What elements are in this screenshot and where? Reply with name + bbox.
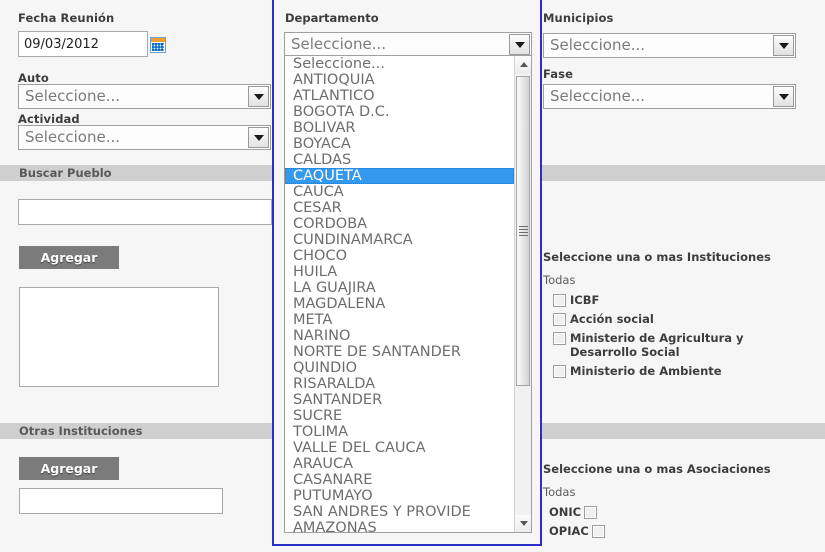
option-item[interactable]: ATLANTICO [285,88,514,104]
scroll-down-arrow-icon[interactable] [515,515,531,532]
option-item[interactable]: MAGDALENA [285,296,514,312]
option-item[interactable]: CESAR [285,200,514,216]
checkbox-accion-social[interactable] [553,313,566,326]
option-item[interactable]: META [285,312,514,328]
scrollbar-thumb[interactable] [516,76,530,386]
chevron-down-icon[interactable] [248,127,269,148]
fecha-reunion-input[interactable] [18,31,148,57]
checkbox-label-icbf: ICBF [570,293,600,307]
actividad-label: Actividad [18,112,80,126]
option-item[interactable]: SUCRE [285,408,514,424]
actividad-select-value: Seleccione... [25,128,121,146]
checkbox-ministerio-agricultura[interactable] [553,332,566,345]
option-item[interactable]: CHOCO [285,248,514,264]
option-item[interactable]: LA GUAJIRA [285,280,514,296]
option-item[interactable]: BOYACA [285,136,514,152]
option-item[interactable]: VALLE DEL CAUCA [285,440,514,456]
asociaciones-todas-label: Todas [543,485,576,499]
fase-select-value: Seleccione... [550,87,646,105]
departamento-option-list[interactable]: Seleccione... ANTIOQUIA ATLANTICO BOGOTA D.… [284,55,532,533]
option-item[interactable]: SANTANDER [285,392,514,408]
pueblos-seleccionados-list[interactable] [19,287,219,387]
option-item[interactable]: CAUCA [285,184,514,200]
checkbox-label-ministerio-ambiente: Ministerio de Ambiente [570,364,722,378]
departamento-panel: Departamento Seleccione... Seleccione...… [272,0,542,546]
checkbox-label-accion-social: Acción social [570,312,654,326]
auto-select[interactable]: Seleccione... [18,84,271,109]
option-item[interactable]: ARAUCA [285,456,514,472]
chevron-down-icon[interactable] [509,34,530,55]
checkbox-opiac[interactable] [591,525,605,538]
checkbox-row-onic[interactable]: ONIC [549,505,813,519]
option-item[interactable]: AMAZONAS [285,520,514,532]
option-item[interactable]: RISARALDA [285,376,514,392]
option-item[interactable]: NARINO [285,328,514,344]
departamento-scrollbar[interactable] [514,56,531,532]
form-page: Buscar Pueblo Otras Instituciones Fecha … [0,0,825,552]
departamento-label: Departamento [285,11,379,25]
asociaciones-heading: Seleccione una o mas Asociaciones [543,462,771,476]
checkbox-label-ministerio-agricultura: Ministerio de Agricultura y Desarrollo S… [570,331,744,359]
fase-select[interactable]: Seleccione... [543,84,796,109]
asociaciones-group: Seleccione una o mas Asociaciones Todas … [543,462,813,543]
checkbox-ministerio-ambiente[interactable] [553,365,566,378]
option-item[interactable]: QUINDIO [285,360,514,376]
fecha-reunion-label: Fecha Reunión [18,11,115,25]
option-item[interactable]: CALDAS [285,152,514,168]
checkbox-row-ministerio-ambiente[interactable]: Ministerio de Ambiente [553,364,813,378]
otras-instituciones-input[interactable] [19,488,223,514]
option-item[interactable]: CORDOBA [285,216,514,232]
option-item[interactable]: BOGOTA D.C. [285,104,514,120]
municipios-select[interactable]: Seleccione... [543,33,796,58]
option-item[interactable]: Seleccione... [285,56,514,72]
departamento-select-value: Seleccione... [291,35,387,53]
departamento-select[interactable]: Seleccione... [284,32,532,57]
option-item[interactable]: CAQUETA [285,168,514,184]
option-item[interactable]: HUILA [285,264,514,280]
option-item[interactable]: CASANARE [285,472,514,488]
option-item[interactable]: CUNDINAMARCA [285,232,514,248]
chevron-down-icon[interactable] [773,35,794,56]
checkbox-row-ministerio-agricultura[interactable]: Ministerio de Agricultura y Desarrollo S… [543,331,813,359]
checkbox-row-accion-social[interactable]: Acción social [553,312,813,326]
checkbox-label-onic: ONIC [549,505,582,519]
instituciones-heading: Seleccione una o mas Instituciones [543,250,771,264]
option-item[interactable]: TOLIMA [285,424,514,440]
grip-icon [518,224,528,238]
checkbox-onic[interactable] [584,506,598,519]
section-bar-otras-instituciones-label: Otras Instituciones [19,424,143,438]
agregar-otras-instituciones-button[interactable]: Agregar [19,457,119,480]
auto-select-value: Seleccione... [25,87,121,105]
auto-label: Auto [18,71,49,85]
calendar-icon[interactable] [150,37,166,53]
instituciones-group: Seleccione una o mas Instituciones Todas… [543,250,813,383]
option-item[interactable]: SAN ANDRES Y PROVIDE [285,504,514,520]
section-bar-buscar-pueblo-label: Buscar Pueblo [19,166,112,180]
checkbox-row-opiac[interactable]: OPIAC [549,524,813,538]
instituciones-todas-label: Todas [543,273,576,287]
agregar-pueblo-button[interactable]: Agregar [19,246,119,269]
scroll-up-arrow-icon[interactable] [515,56,531,73]
option-item[interactable]: NORTE DE SANTANDER [285,344,514,360]
option-item[interactable]: ANTIOQUIA [285,72,514,88]
option-item[interactable]: PUTUMAYO [285,488,514,504]
checkbox-row-icbf[interactable]: ICBF [553,293,813,307]
checkbox-label-opiac: OPIAC [549,524,589,538]
municipios-label: Municipios [543,11,614,25]
departamento-options-scrollarea[interactable]: Seleccione... ANTIOQUIA ATLANTICO BOGOTA D.… [285,56,514,532]
chevron-down-icon[interactable] [248,86,269,107]
option-item[interactable]: BOLIVAR [285,120,514,136]
checkbox-icbf[interactable] [553,294,566,307]
fase-label: Fase [543,67,573,81]
chevron-down-icon[interactable] [773,86,794,107]
actividad-select[interactable]: Seleccione... [18,125,271,150]
municipios-select-value: Seleccione... [550,36,646,54]
buscar-pueblo-input[interactable] [18,199,272,225]
